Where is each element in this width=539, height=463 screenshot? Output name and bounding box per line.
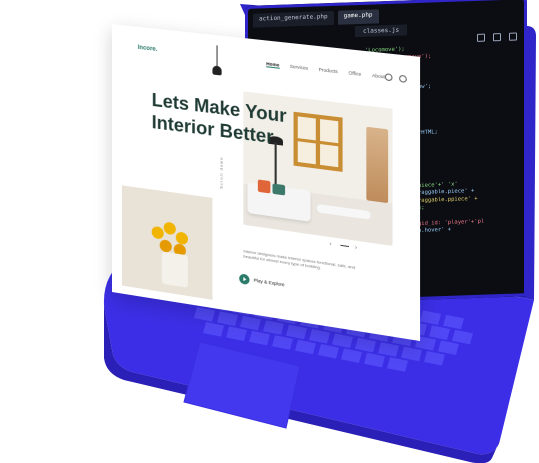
pendant-lamp-icon: [212, 65, 222, 76]
carousel-prev-button[interactable]: ‹: [330, 241, 332, 248]
editor-subtab[interactable]: classes.js: [355, 24, 408, 38]
more-icon[interactable]: [509, 32, 517, 41]
orange-pillow: [257, 179, 271, 194]
editor-tab[interactable]: game.php: [337, 9, 379, 25]
editor-tab[interactable]: action_generate.php: [253, 10, 334, 28]
split-icon[interactable]: [493, 33, 501, 42]
room-curtain: [366, 126, 389, 204]
carousel-next-button[interactable]: ›: [355, 245, 357, 252]
site-nav: Home Services Products Office About: [266, 61, 385, 80]
green-pillow: [272, 183, 286, 196]
laptop-scene: action_generate.php game.php classes.js …: [0, 0, 539, 463]
nav-item-office[interactable]: Office: [349, 70, 362, 78]
room-table: [316, 203, 371, 220]
scroll-indicator: Scroll down: [218, 156, 224, 190]
vase: [161, 251, 188, 288]
hero-description: Interior designers make interior spaces …: [243, 248, 356, 271]
site-logo[interactable]: Incore.: [138, 45, 158, 53]
window-icon[interactable]: [477, 33, 485, 42]
play-explore-link[interactable]: Play & Explore: [254, 278, 285, 288]
cart-icon[interactable]: [399, 74, 407, 83]
search-icon[interactable]: [384, 73, 393, 82]
play-icon[interactable]: [239, 273, 250, 286]
flower-vase-image: [121, 185, 213, 300]
nav-item-products[interactable]: Products: [319, 67, 338, 75]
nav-item-about[interactable]: About: [372, 73, 385, 81]
nav-item-home[interactable]: Home: [266, 61, 280, 69]
editor-toolbar: [477, 32, 517, 42]
nav-item-services[interactable]: Services: [290, 64, 308, 72]
nav-icons: [384, 73, 407, 83]
website-mockup: Incore. Home Services Products Office Ab…: [112, 24, 421, 342]
